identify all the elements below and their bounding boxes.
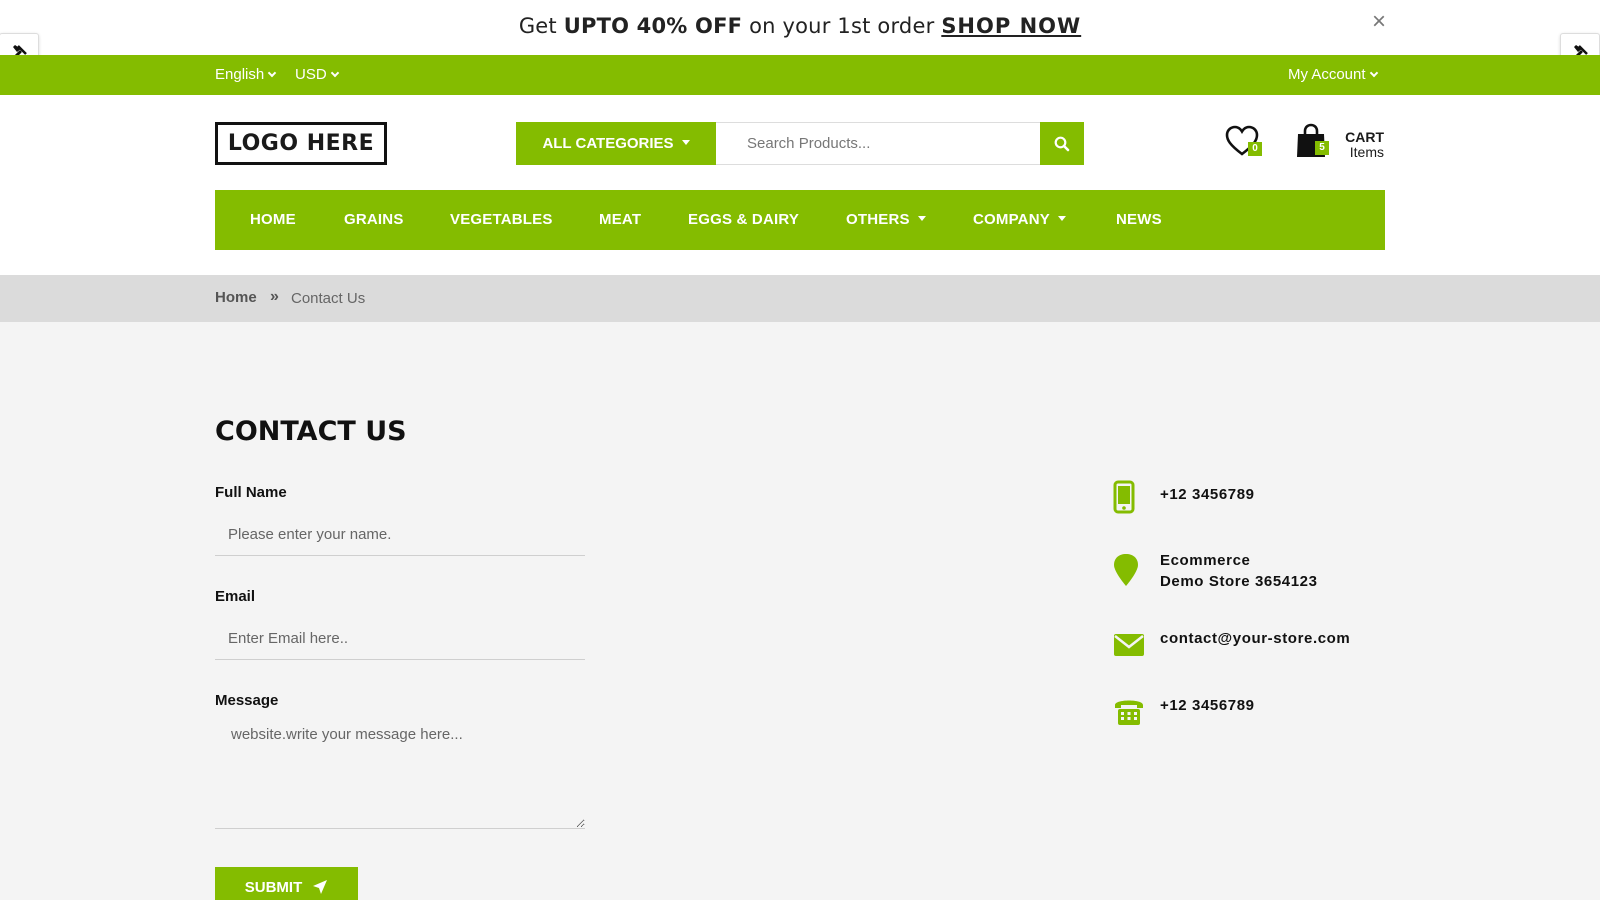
mobile-phone-icon [1107,479,1141,515]
search-icon [1054,136,1070,151]
nav-item-others[interactable]: OTHERS [846,190,926,250]
caret-down-icon [681,140,690,145]
nav-company-label: COMPANY [973,211,1050,228]
message-textarea[interactable] [215,718,585,829]
telephone-number: +12 3456789 [1160,697,1255,714]
top-utility-bar: English USD My Account [0,55,1600,95]
currency-label: USD [295,66,327,83]
all-categories-button[interactable]: ALL CATEGORIES [516,122,716,165]
cart-subtitle: Items [1349,144,1384,160]
nav-item-grains[interactable]: GRAINS [344,190,404,250]
nav-item-news[interactable]: NEWS [1116,190,1162,250]
address-line-1: Ecommerce [1160,552,1251,569]
nav-item-eggs-dairy[interactable]: EGGS & DAIRY [688,190,799,250]
promo-text: Get UPTO 40% OFF on your 1st order SHOP … [0,14,1600,38]
chevron-down-icon [330,68,339,78]
paper-plane-icon [313,880,328,894]
telephone-icon [1112,693,1146,729]
address-line-2: Demo Store 3654123 [1160,573,1318,590]
full-name-field[interactable] [215,514,585,556]
wishlist-button[interactable]: 0 [1225,125,1265,165]
message-label: Message [215,692,279,709]
close-promo-button[interactable]: × [1367,10,1391,34]
language-label: English [215,66,265,83]
nav-item-vegetables[interactable]: VEGETABLES [450,190,553,250]
site-logo[interactable]: LOGO HERE [215,122,387,165]
caret-down-icon [1057,216,1066,221]
full-name-label: Full Name [215,484,287,501]
search-button[interactable] [1040,122,1084,165]
submit-label: SUBMIT [244,878,303,896]
contact-email: contact@your-store.com [1160,630,1351,647]
nav-others-label: OTHERS [846,211,910,228]
shop-now-link[interactable]: SHOP NOW [941,14,1081,38]
my-account-dropdown[interactable]: My Account [1288,66,1378,83]
chevron-down-icon [1369,68,1378,78]
cart-count-badge: 5 [1315,141,1329,155]
email-label: Email [215,588,256,605]
promo-banner: Get UPTO 40% OFF on your 1st order SHOP … [0,0,1600,55]
mobile-number: +12 3456789 [1160,486,1255,503]
chevron-down-icon [267,68,277,78]
address-text: Ecommerce Demo Store 3654123 [1160,550,1318,592]
breadcrumb-current: Contact Us [291,290,366,307]
caret-down-icon [917,216,926,221]
double-chevron-right-icon: » [270,288,279,305]
map-marker-icon [1109,552,1143,588]
cart-title: CART [1345,129,1384,145]
cart-button[interactable]: 5 [1295,123,1335,163]
nav-item-home[interactable]: HOME [250,190,296,250]
my-account-label: My Account [1288,66,1366,83]
search-input[interactable] [716,122,1040,165]
breadcrumb: Home » Contact Us [0,275,1600,322]
submit-button[interactable]: SUBMIT [215,867,358,900]
all-categories-label: ALL CATEGORIES [542,135,674,152]
promo-middle: on your 1st order [749,14,935,38]
currency-dropdown[interactable]: USD [295,66,339,83]
nav-item-company[interactable]: COMPANY [973,190,1066,250]
cart-label[interactable]: CART Items [1344,130,1384,160]
email-field[interactable] [215,618,585,660]
promo-offer: UPTO 40% OFF [563,14,743,38]
language-dropdown[interactable]: English [215,66,277,83]
promo-get: Get [518,14,557,38]
nav-item-meat[interactable]: MEAT [599,190,641,250]
page-title: CONTACT US [215,416,407,447]
wishlist-count-badge: 0 [1248,142,1262,156]
main-navigation: HOME GRAINS VEGETABLES MEAT EGGS & DAIRY… [215,190,1385,250]
breadcrumb-home-link[interactable]: Home [215,289,257,306]
envelope-icon [1112,627,1146,663]
